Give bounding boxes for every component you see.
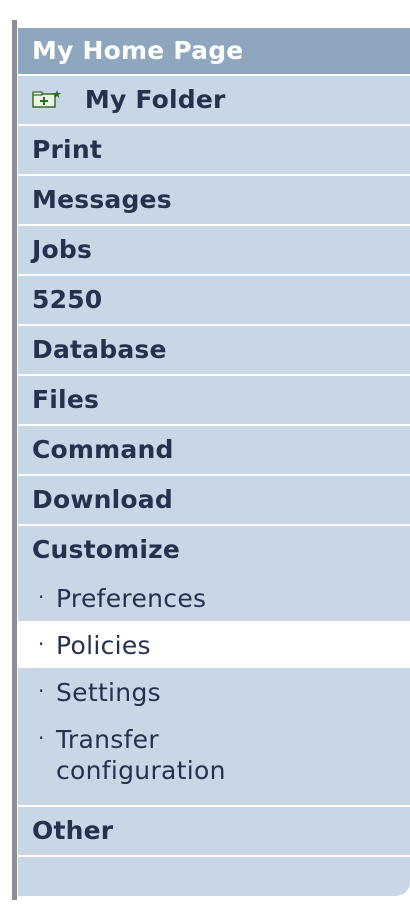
subnav-item-preferences[interactable]: · Preferences [18, 574, 410, 621]
subnav-item-policies[interactable]: · Policies [18, 621, 410, 668]
navigation-panel: My Home Page My Folder Print Messages Jo… [18, 28, 410, 896]
subnav-item-transfer-configuration[interactable]: · Transfer configuration [18, 715, 410, 807]
subnav-item-label: Preferences [56, 584, 207, 613]
subnav-item-label: Policies [56, 631, 151, 660]
subnav-item-label: Transfer [56, 725, 159, 754]
nav-item-database[interactable]: Database [18, 326, 410, 376]
subnav-item-label-line2: configuration [56, 756, 226, 785]
nav-item-other[interactable]: Other [18, 807, 410, 857]
nav-item-command[interactable]: Command [18, 426, 410, 476]
nav-item-my-folder[interactable]: My Folder [18, 76, 410, 126]
subnav-item-settings[interactable]: · Settings [18, 668, 410, 715]
subnav-item-label: Settings [56, 678, 161, 707]
nav-item-download[interactable]: Download [18, 476, 410, 526]
left-border [12, 20, 17, 900]
nav-header-my-home-page[interactable]: My Home Page [18, 28, 410, 76]
bullet-icon: · [38, 585, 45, 609]
bullet-icon: · [38, 726, 45, 750]
folder-add-icon [32, 77, 62, 108]
nav-item-customize[interactable]: Customize [18, 526, 410, 574]
page: My Home Page My Folder Print Messages Jo… [0, 0, 410, 914]
nav-item-print[interactable]: Print [18, 126, 410, 176]
nav-item-messages[interactable]: Messages [18, 176, 410, 226]
nav-item-label: My Folder [84, 85, 226, 114]
nav-item-5250[interactable]: 5250 [18, 276, 410, 326]
nav-item-files[interactable]: Files [18, 376, 410, 426]
nav-item-jobs[interactable]: Jobs [18, 226, 410, 276]
bullet-icon: · [38, 679, 45, 703]
bullet-icon: · [38, 632, 45, 656]
